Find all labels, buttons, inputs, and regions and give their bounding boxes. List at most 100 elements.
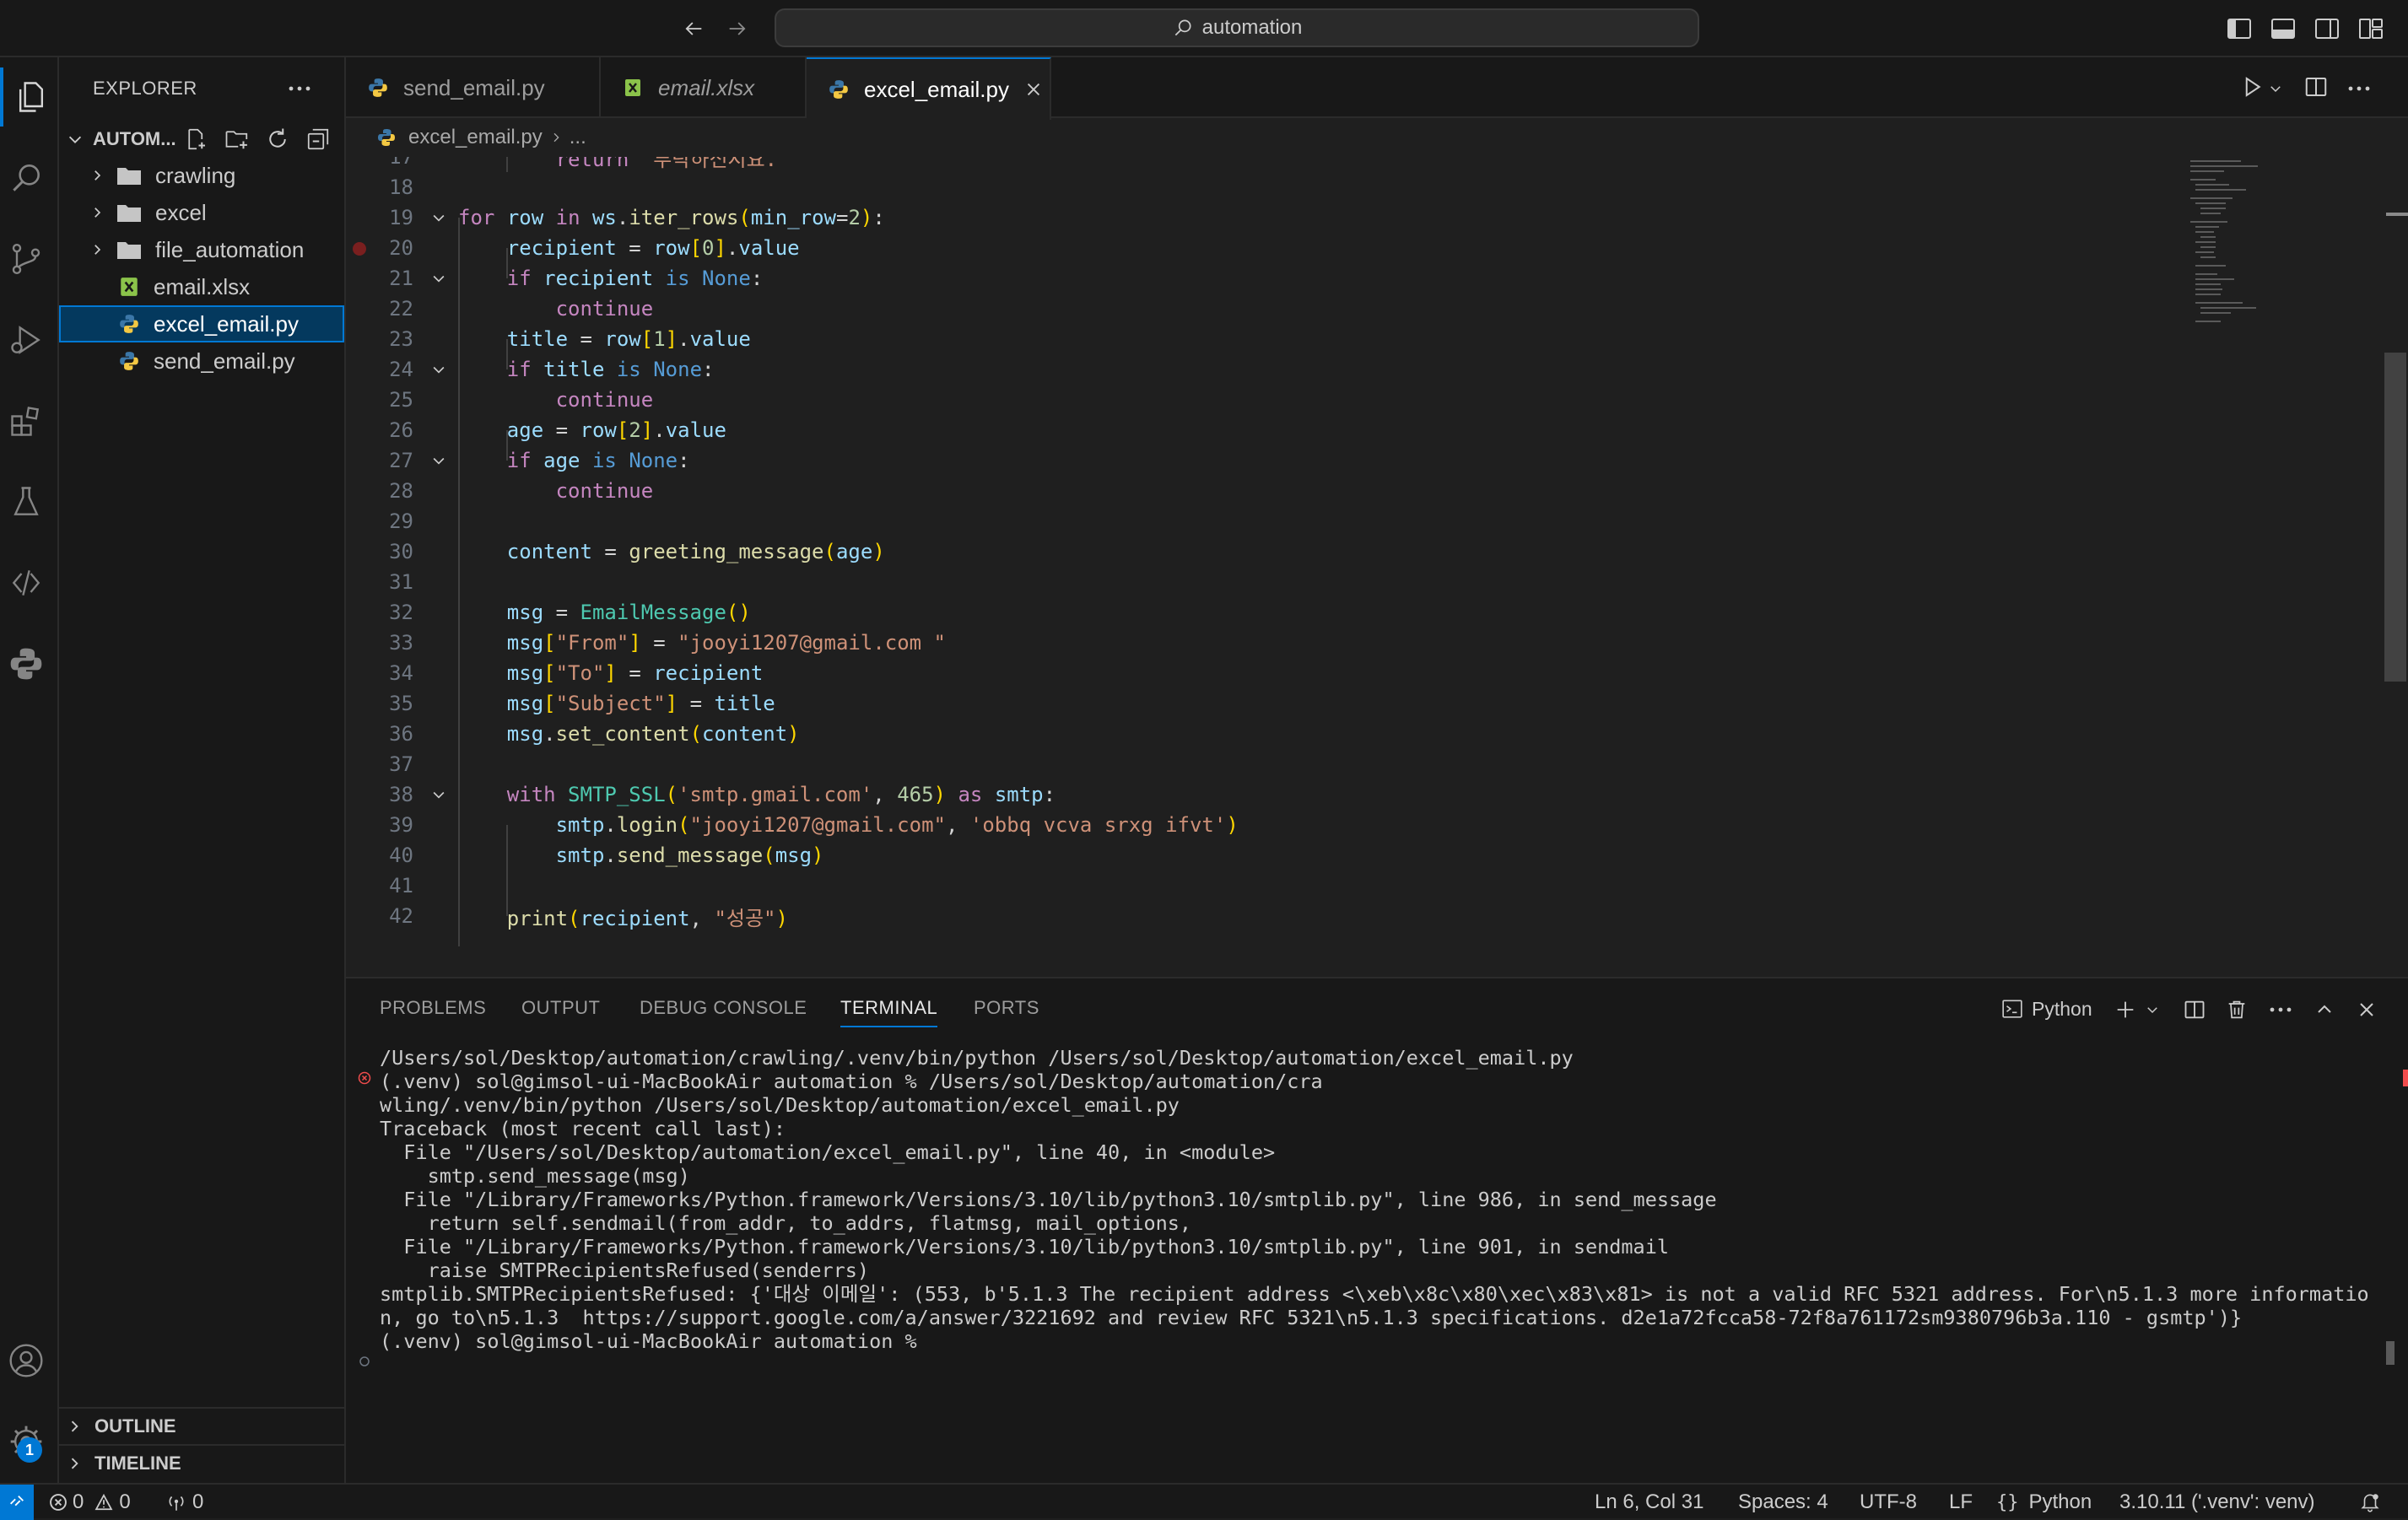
timeline-section-header[interactable]: TIMELINE [59,1444,344,1481]
panel-tab-terminal[interactable]: TERMINAL [840,997,938,1027]
close-icon[interactable] [1024,80,1043,99]
workspace-folder-header[interactable]: AUTOM... [59,120,344,159]
tree-file-send-email-py[interactable]: send_email.py [59,342,344,380]
folder-icon [116,165,142,186]
fold-chevron-icon[interactable] [430,452,447,469]
language-mode[interactable]: {} Python [1996,1490,2092,1515]
panel-more-actions-icon[interactable] [2266,995,2295,1024]
terminal-scrollbar[interactable] [2386,1341,2395,1365]
maximize-panel-chevron-up-icon[interactable] [2310,995,2339,1024]
panel-tab-problems[interactable]: PROBLEMS [380,997,486,1019]
run-dropdown-chevron-icon[interactable] [2268,81,2285,98]
tab-send-email-py[interactable]: send_email.py [346,57,601,118]
tab-excel-email-py[interactable]: excel_email.py [807,57,1051,120]
search-icon [1172,17,1194,39]
terminal-selector[interactable]: Python [2001,994,2092,1024]
line-content: msg["To"] = recipient [506,661,764,685]
toggle-primary-sidebar-icon[interactable] [2224,13,2254,44]
folder-icon [116,240,142,260]
chevron-right-icon [89,242,105,257]
breadcrumb-symbol[interactable]: ... [570,126,586,149]
tree-folder-file-automation[interactable]: file_automation [59,231,344,268]
tab-label: email.xlsx [658,74,755,100]
breadcrumb-file[interactable]: excel_email.py [408,126,543,149]
panel-tab-debug-console[interactable]: DEBUG CONSOLE [640,997,807,1019]
explorer-icon[interactable] [0,67,59,127]
code-line: 38 with SMTP_SSL('smtp.gmail.com', 465) … [346,779,2168,810]
close-panel-icon[interactable] [2352,995,2381,1024]
toggle-secondary-sidebar-icon[interactable] [2312,13,2342,44]
split-terminal-icon[interactable] [2180,995,2209,1024]
tree-folder-excel[interactable]: excel [59,194,344,231]
remote-link-icon[interactable] [0,553,56,612]
terminal-dropdown-chevron-icon[interactable] [2138,995,2167,1024]
extensions-icon[interactable] [0,391,56,450]
new-folder-icon[interactable] [224,127,250,152]
code-line: 21 if recipient is None: [346,263,2168,294]
forward-arrow-icon[interactable] [722,13,753,44]
tree-folder-crawling[interactable]: crawling [59,157,344,194]
accounts-icon[interactable] [0,1331,56,1390]
problems-status[interactable]: 0 0 [49,1490,131,1515]
run-debug-icon[interactable] [0,310,56,369]
command-center-search[interactable]: automation [775,8,1699,47]
minimap[interactable] [2185,157,2320,410]
line-content: smtp.send_message(msg) [555,844,824,867]
line-number: 28 [389,479,413,503]
refresh-icon[interactable] [265,127,290,152]
line-number: 37 [389,752,413,776]
outline-section-header[interactable]: OUTLINE [59,1407,344,1444]
kill-terminal-trash-icon[interactable] [2222,995,2251,1024]
customize-layout-icon[interactable] [2356,13,2386,44]
code-editor[interactable]: 17 return "부탁하신시요." 18 19 for row in ws.i… [346,157,2168,977]
testing-flask-icon[interactable] [0,472,56,531]
terminal-line: File "/Library/Frameworks/Python.framewo… [380,1235,1670,1259]
fold-chevron-icon[interactable] [430,361,447,378]
language-label: Python [2028,1490,2092,1513]
back-arrow-icon[interactable] [678,13,709,44]
panel-tab-output[interactable]: OUTPUT [521,997,600,1019]
remote-indicator-icon[interactable] [0,1485,34,1520]
line-content: continue [555,479,654,503]
line-number: 20 [389,236,413,260]
tree-file-email-xlsx[interactable]: email.xlsx [59,268,344,305]
search-icon[interactable] [0,148,56,208]
indentation-status[interactable]: Spaces: 4 [1738,1490,1828,1515]
fold-chevron-icon[interactable] [430,209,447,226]
settings-update-badge: 1 [17,1437,42,1463]
tab-email-xlsx[interactable]: email.xlsx [601,57,807,118]
code-line: 25 continue [346,385,2168,415]
python-icon[interactable] [0,634,56,693]
more-actions-icon[interactable] [2347,74,2376,103]
terminal-output[interactable]: /Users/sol/Desktop/automation/crawling/.… [346,1046,2408,1476]
line-content: for row in ws.iter_rows(min_row=2): [458,206,885,229]
fold-chevron-icon[interactable] [430,270,447,287]
source-control-icon[interactable] [0,229,56,288]
python-file-icon [118,350,140,372]
new-file-icon[interactable] [184,127,209,152]
eol-status[interactable]: LF [1949,1490,1973,1515]
warning-icon [94,1493,114,1512]
notifications-bell-icon[interactable] [2359,1490,2381,1515]
cursor-position[interactable]: Ln 6, Col 31 [1595,1490,1703,1515]
line-content: age = row[2].value [506,418,726,442]
tree-item-label: excel [155,199,207,225]
python-file-icon [376,127,397,148]
python-interpreter[interactable]: 3.10.11 ('.venv': venv) [2119,1490,2315,1515]
command-error-icon[interactable] [358,1071,371,1085]
toggle-panel-icon[interactable] [2268,13,2298,44]
fold-chevron-icon[interactable] [430,786,447,803]
tree-file-excel-email-py[interactable]: excel_email.py [59,305,344,342]
run-python-file-icon[interactable] [2239,74,2268,103]
collapse-all-icon[interactable] [305,127,331,152]
more-actions-icon[interactable] [285,74,314,103]
editor-scrollbar[interactable] [2384,353,2406,682]
split-editor-icon[interactable] [2303,74,2332,103]
line-content: with SMTP_SSL('smtp.gmail.com', 465) as … [506,783,1056,806]
forwarded-ports-status[interactable]: 0 [165,1490,203,1515]
encoding-status[interactable]: UTF-8 [1860,1490,1917,1515]
new-terminal-plus-icon[interactable] [2111,995,2140,1024]
code-line: 35 msg["Subject"] = title [346,688,2168,719]
panel-tab-ports[interactable]: PORTS [974,997,1039,1019]
tree-item-label: send_email.py [154,348,295,374]
